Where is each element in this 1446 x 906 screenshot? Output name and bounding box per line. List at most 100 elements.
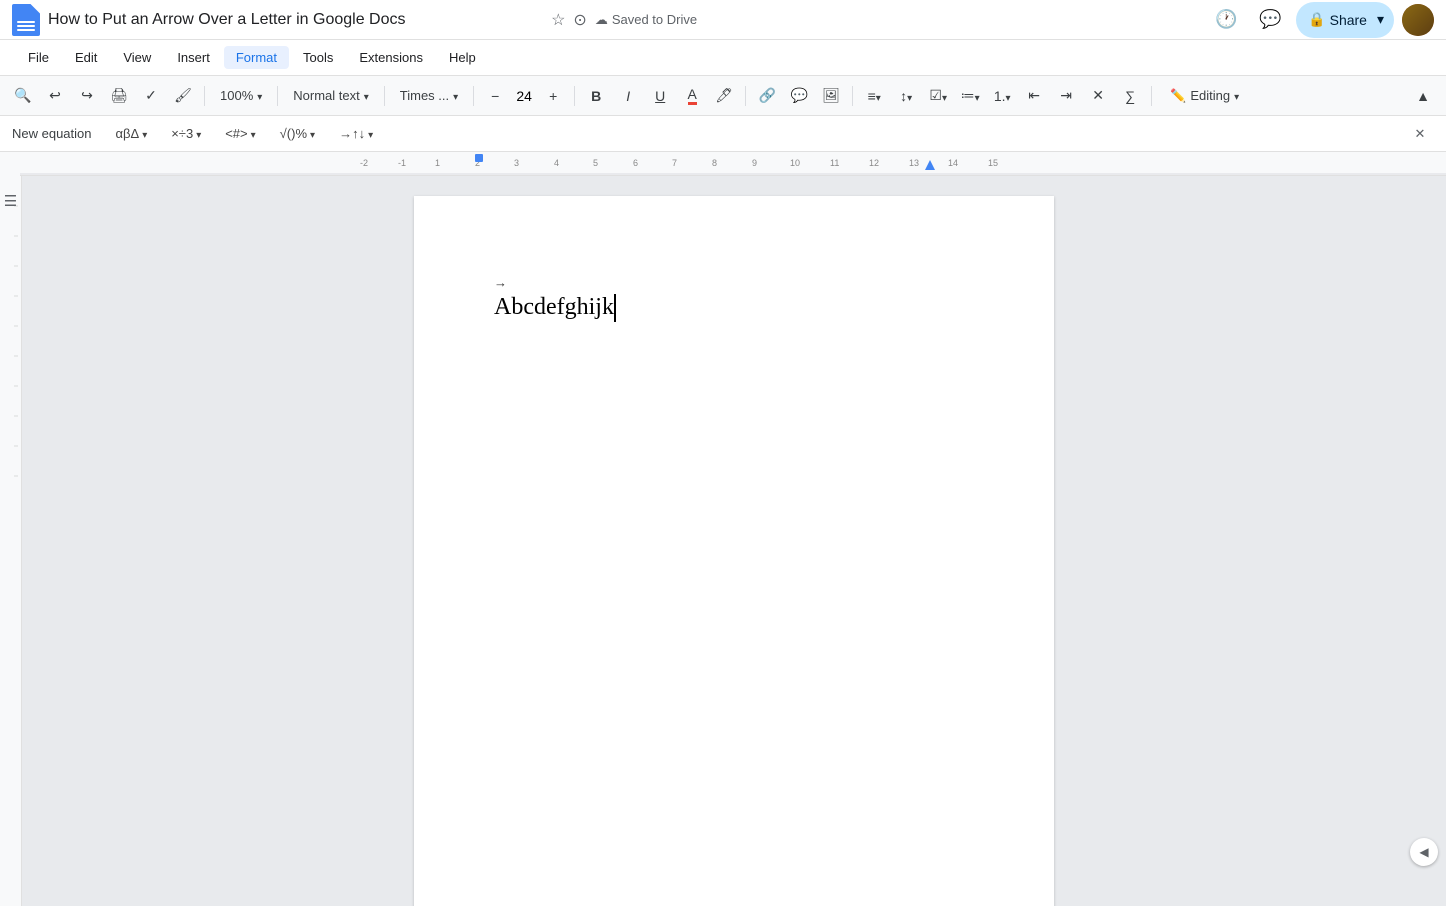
bullet-list-chevron <box>975 88 980 104</box>
doc-icon-decoration <box>17 21 35 31</box>
editing-mode-label: Editing <box>1190 88 1230 103</box>
paint-format-button[interactable]: 🖌 <box>168 81 198 111</box>
close-equation-bar-button[interactable]: ✕ <box>1406 120 1434 148</box>
main-area: ☰ → Abcdefghijk ◀ <box>0 176 1446 906</box>
ruler: -2 -1 1 2 3 4 5 6 7 8 9 10 11 12 13 14 1… <box>20 152 1446 176</box>
cloud-icon: ☁ <box>595 12 608 28</box>
cloud-save-status: ☁ Saved to Drive <box>595 12 697 28</box>
operations-button[interactable]: ×÷3 <box>163 124 209 143</box>
equation-bar: New equation αβΔ ×÷3 <#> √()% →↑↓ ✕ <box>0 116 1446 152</box>
document-text[interactable]: Abcdefghijk <box>494 289 974 325</box>
title-bar: How to Put an Arrow Over a Letter in Goo… <box>0 0 1446 40</box>
doc-line <box>17 29 35 31</box>
menu-help[interactable]: Help <box>437 46 488 69</box>
comment-icon[interactable]: 💬 <box>1252 2 1288 38</box>
ops-label: ×÷3 <box>171 126 193 141</box>
redo-button[interactable]: ↪ <box>72 81 102 111</box>
bullet-list-button[interactable]: ≔ <box>955 81 985 111</box>
zoom-selector[interactable]: 100% <box>211 81 271 111</box>
indent-increase-button[interactable]: ⇥ <box>1051 81 1081 111</box>
avatar-image <box>1402 4 1434 36</box>
menu-file[interactable]: File <box>16 46 61 69</box>
font-name-value: Times ... <box>400 88 449 103</box>
outline-toggle-button[interactable]: ☰ <box>4 192 17 210</box>
toolbar-separator <box>1151 86 1152 106</box>
relations-button[interactable]: <#> <box>217 124 263 143</box>
vertical-ruler <box>0 176 20 906</box>
clear-formatting-button[interactable]: ✕ <box>1083 81 1113 111</box>
svg-text:-2: -2 <box>360 158 368 168</box>
ops-chevron <box>196 126 201 141</box>
equation-button[interactable]: ∑ <box>1115 81 1145 111</box>
math-button[interactable]: √()% <box>272 124 323 143</box>
insert-link-button[interactable]: 🔗 <box>752 81 782 111</box>
checklist-button[interactable]: ☑ <box>923 81 953 111</box>
menu-view[interactable]: View <box>111 46 163 69</box>
font-size-decrease-button[interactable]: − <box>480 81 510 111</box>
page-area[interactable]: → Abcdefghijk ◀ <box>22 176 1446 906</box>
share-button[interactable]: 🔒 Share ▾ <box>1296 2 1394 38</box>
share-label: Share <box>1330 12 1367 28</box>
greek-label: αβΔ <box>116 126 140 141</box>
font-size-container: − 24 + <box>480 81 568 111</box>
font-size-increase-button[interactable]: + <box>538 81 568 111</box>
numbered-list-button[interactable]: 1. <box>987 81 1017 111</box>
doc-line <box>17 25 35 27</box>
svg-text:7: 7 <box>672 158 677 168</box>
relations-label: <#> <box>225 126 247 141</box>
highlight-icon: 🖊 <box>715 87 733 104</box>
menu-tools[interactable]: Tools <box>291 46 345 69</box>
toolbar-separator <box>473 86 474 106</box>
share-dropdown-arrow[interactable]: ▾ <box>1371 11 1390 28</box>
svg-text:12: 12 <box>869 158 879 168</box>
svg-text:14: 14 <box>948 158 958 168</box>
insert-image-button[interactable]: 🖼 <box>816 81 846 111</box>
toolbar-expand-button[interactable]: ▲ <box>1408 81 1438 111</box>
zoom-value: 100% <box>220 88 253 103</box>
toolbar: 🔍 ↩ ↪ 🖨 ✓ 🖌 100% Normal text Times ... −… <box>0 76 1446 116</box>
avatar[interactable] <box>1402 4 1434 36</box>
spell-check-button[interactable]: ✓ <box>136 81 166 111</box>
expand-collapse-button[interactable]: ◀ <box>1410 838 1438 866</box>
toolbar-separator <box>204 86 205 106</box>
star-icon[interactable]: ☆ <box>551 10 565 30</box>
underline-button[interactable]: U <box>645 81 675 111</box>
greek-letters-button[interactable]: αβΔ <box>108 124 156 143</box>
document-page[interactable]: → Abcdefghijk <box>414 196 1054 906</box>
menu-format[interactable]: Format <box>224 46 289 69</box>
print-button[interactable]: 🖨 <box>104 81 134 111</box>
text-color-button[interactable]: A <box>677 81 707 111</box>
font-chevron <box>453 88 458 103</box>
document-content[interactable]: → Abcdefghijk <box>494 276 974 325</box>
toolbar-separator <box>745 86 746 106</box>
toolbar-separator <box>277 86 278 106</box>
math-label: √()% <box>280 126 307 141</box>
menu-extensions[interactable]: Extensions <box>347 46 435 69</box>
indent-decrease-button[interactable]: ⇤ <box>1019 81 1049 111</box>
insert-comment-button[interactable]: 💬 <box>784 81 814 111</box>
svg-text:1: 1 <box>435 158 440 168</box>
highlight-color-button[interactable]: 🖊 <box>709 81 739 111</box>
editing-mode-selector[interactable]: ✏️ Editing <box>1162 81 1247 111</box>
undo-button[interactable]: ↩ <box>40 81 70 111</box>
italic-button[interactable]: I <box>613 81 643 111</box>
line-spacing-button[interactable]: ↕ <box>891 81 921 111</box>
bold-button[interactable]: B <box>581 81 611 111</box>
font-selector[interactable]: Times ... <box>391 81 467 111</box>
history-icon[interactable]: 🕐 <box>1208 2 1244 38</box>
menu-edit[interactable]: Edit <box>63 46 109 69</box>
document-title: How to Put an Arrow Over a Letter in Goo… <box>48 11 543 29</box>
left-panel: ☰ <box>0 176 22 906</box>
svg-text:13: 13 <box>909 158 919 168</box>
font-size-value[interactable]: 24 <box>510 88 538 104</box>
toolbar-separator <box>852 86 853 106</box>
svg-text:11: 11 <box>830 158 839 168</box>
svg-text:5: 5 <box>593 158 598 168</box>
search-button[interactable]: 🔍 <box>8 81 38 111</box>
alignment-button[interactable]: ≡ <box>859 81 889 111</box>
arrows-button[interactable]: →↑↓ <box>331 124 381 143</box>
paragraph-style-selector[interactable]: Normal text <box>284 81 378 111</box>
folder-icon[interactable]: ⊙ <box>573 10 586 30</box>
svg-text:9: 9 <box>752 158 757 168</box>
menu-insert[interactable]: Insert <box>165 46 222 69</box>
